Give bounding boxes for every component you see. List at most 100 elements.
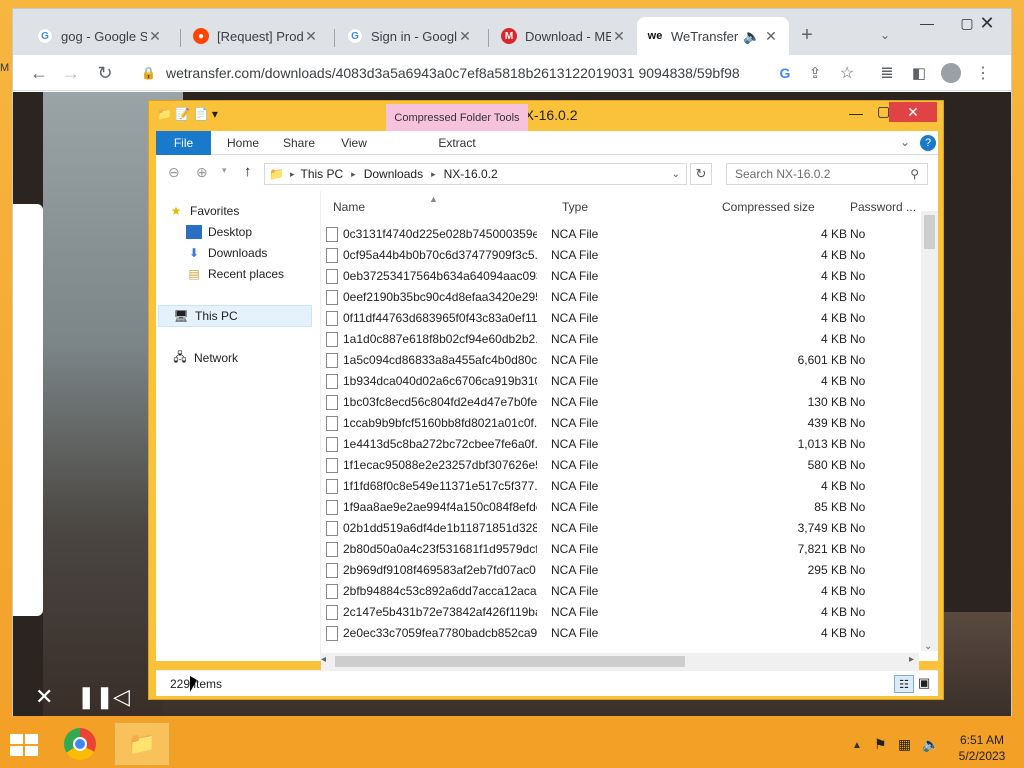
chrome-taskbar-icon[interactable] bbox=[64, 728, 96, 760]
browser-tab-1[interactable]: G gog - Google Se ✕ bbox=[27, 17, 173, 55]
file-row[interactable]: 0eb37253417564b634a64094aac093... NCA Fil… bbox=[321, 266, 921, 287]
file-row[interactable]: 2c147e5b431b72e73842af426f119ba... NCA Fi… bbox=[321, 602, 921, 623]
ribbon-tab-home[interactable]: Home bbox=[218, 131, 268, 155]
new-tab-button[interactable]: + bbox=[795, 23, 819, 47]
forward-icon[interactable]: → bbox=[59, 61, 83, 85]
explorer-minimize-button[interactable]: — bbox=[849, 105, 863, 121]
expand-ribbon-icon[interactable]: ⌄ bbox=[900, 135, 910, 149]
speaker-icon[interactable]: 🔈 bbox=[743, 28, 760, 45]
breadcrumb-item-thispc[interactable]: This PC bbox=[300, 167, 343, 181]
nav-favorites[interactable]: ★ Favorites bbox=[168, 201, 240, 221]
file-row[interactable]: 2bfb94884c53c892a6dd7acca12aca... NCA Fil… bbox=[321, 581, 921, 602]
network-tray-icon[interactable]: ▦ bbox=[898, 736, 911, 753]
explorer-back-icon[interactable]: ⊖ bbox=[168, 164, 180, 181]
file-explorer-taskbar-icon[interactable]: 📁 bbox=[114, 722, 170, 766]
bookmark-star-icon[interactable]: ☆ bbox=[835, 61, 859, 85]
minimize-window-button[interactable]: — bbox=[907, 9, 947, 37]
file-row[interactable]: 1b934dca040d02a6c6706ca919b310... NCA Fil… bbox=[321, 371, 921, 392]
close-tab-icon[interactable]: ✕ bbox=[611, 28, 627, 45]
clock[interactable]: 6:51 AM 5/2/2023 bbox=[950, 732, 1014, 764]
file-row[interactable]: 2b969df9108f469583af2eb7fd07ac0... NCA Fi… bbox=[321, 560, 921, 581]
scroll-down-icon[interactable]: ⌄ bbox=[924, 641, 932, 652]
reload-icon[interactable]: ↻ bbox=[93, 61, 117, 85]
close-tab-icon[interactable]: ✕ bbox=[457, 28, 473, 45]
profile-icon[interactable] bbox=[939, 61, 963, 85]
nav-label: Downloads bbox=[208, 246, 268, 260]
column-header-password[interactable]: Password ... bbox=[850, 197, 916, 217]
vertical-scroll-thumb[interactable] bbox=[924, 215, 935, 249]
recent-locations-icon[interactable]: ▾ bbox=[222, 165, 227, 176]
browser-tab-4[interactable]: M Download - ME ✕ bbox=[491, 17, 637, 55]
pause-icon[interactable]: ❚❚ bbox=[77, 684, 114, 710]
file-row[interactable]: 0eef2190b35bc90c4d8efaa3420e295... NCA Fi… bbox=[321, 287, 921, 308]
horizontal-scrollbar[interactable]: ◂ ▸ bbox=[321, 653, 919, 670]
ribbon-tab-view[interactable]: View bbox=[332, 131, 376, 155]
reading-list-icon[interactable]: ≣ bbox=[875, 61, 899, 85]
explorer-forward-icon[interactable]: ⊕ bbox=[196, 164, 208, 181]
nav-network[interactable]: 🖧 Network bbox=[172, 348, 238, 368]
address-dropdown-icon[interactable]: ⌄ bbox=[672, 169, 680, 180]
side-panel-icon[interactable]: ◧ bbox=[907, 61, 931, 85]
up-arrow-icon[interactable]: ↑ bbox=[244, 163, 252, 180]
nav-desktop[interactable]: Desktop bbox=[186, 222, 252, 242]
refresh-icon[interactable]: ↻ bbox=[690, 163, 712, 185]
nav-this-pc[interactable]: 🖥 This PC bbox=[158, 305, 312, 327]
volume-icon[interactable]: ◁ bbox=[113, 684, 130, 710]
ribbon-tab-extract[interactable]: Extract bbox=[386, 131, 528, 155]
close-tab-icon[interactable]: ✕ bbox=[147, 28, 163, 45]
file-row[interactable]: 0c3131f4740d225e028b745000359e... NCA Fil… bbox=[321, 224, 921, 245]
browser-tab-3[interactable]: G Sign in - Google ✕ bbox=[337, 17, 483, 55]
file-row[interactable]: 1a1d0c887e618f8b02cf94e60db2b2... NCA Fil… bbox=[321, 329, 921, 350]
close-tab-icon[interactable]: ✕ bbox=[303, 28, 319, 45]
file-row[interactable]: 02b1dd519a6df4de1b11871851d328... NCA Fil… bbox=[321, 518, 921, 539]
nav-recent-places[interactable]: ▤ Recent places bbox=[186, 264, 284, 284]
scroll-left-icon[interactable]: ◂ bbox=[321, 654, 326, 665]
clock-date: 5/2/2023 bbox=[958, 749, 1006, 763]
file-row[interactable]: 0cf95a44b4b0b70c6d37477909f3c5... NCA Fil… bbox=[321, 245, 921, 266]
google-translate-icon[interactable]: G bbox=[773, 61, 797, 85]
details-view-icon[interactable]: ☷ bbox=[894, 675, 914, 693]
search-input[interactable]: Search NX-16.0.2 ⚲ bbox=[726, 163, 928, 185]
large-icons-view-icon[interactable]: ▣ bbox=[918, 675, 930, 691]
close-video-icon[interactable]: ✕ bbox=[35, 684, 53, 710]
file-row[interactable]: 1f9aa8ae9e2ae994f4a150c084f8efde... NCA F… bbox=[321, 497, 921, 518]
breadcrumb-item-nx[interactable]: NX-16.0.2 bbox=[444, 167, 498, 181]
browser-tab-2[interactable]: ● [Request] Prod ✕ bbox=[183, 17, 329, 55]
ribbon-tab-file[interactable]: File bbox=[156, 131, 211, 155]
ribbon-tab-share[interactable]: Share bbox=[276, 131, 322, 155]
file-row[interactable]: 1f1ecac95088e2e23257dbf307626e5... NCA Fi… bbox=[321, 455, 921, 476]
help-icon[interactable]: ? bbox=[920, 135, 936, 151]
address-bar[interactable]: 🔒 wetransfer.com/downloads/4083d3a5a6943… bbox=[139, 59, 779, 87]
file-row[interactable]: 0f11df44763d683965f0f43c83a0ef11... NCA F… bbox=[321, 308, 921, 329]
google-icon: G bbox=[347, 28, 363, 44]
file-icon bbox=[326, 584, 338, 599]
show-hidden-icons[interactable]: ▲ bbox=[852, 740, 862, 751]
breadcrumb-item-downloads[interactable]: Downloads bbox=[364, 167, 423, 181]
vertical-scrollbar[interactable]: ⌄ bbox=[921, 211, 938, 652]
column-header-compressed-size[interactable]: Compressed size bbox=[722, 197, 815, 217]
explorer-close-button[interactable]: ✕ bbox=[889, 102, 937, 122]
scroll-right-icon[interactable]: ▸ bbox=[909, 654, 914, 665]
close-tab-icon[interactable]: ✕ bbox=[763, 28, 779, 45]
tab-search-icon[interactable]: ⌄ bbox=[873, 23, 897, 47]
action-center-flag-icon[interactable]: ⚑ bbox=[874, 736, 887, 753]
file-row[interactable]: 1e4413d5c8ba272bc72cbee7fe6a0f... NCA Fil… bbox=[321, 434, 921, 455]
column-header-name[interactable]: Name bbox=[333, 197, 365, 217]
file-row[interactable]: 1f1fd68f0c8e549e11371e517c5f377... NCA Fi… bbox=[321, 476, 921, 497]
share-icon[interactable]: ⇪ bbox=[803, 61, 827, 85]
file-row[interactable]: 1ccab9b9bfcf5160bb8fd8021a01c0f... NCA Fi… bbox=[321, 413, 921, 434]
file-row[interactable]: 2e0ec33c7059fea7780badcb852ca9... NCA Fil… bbox=[321, 623, 921, 644]
nav-downloads[interactable]: ⬇ Downloads bbox=[186, 243, 267, 263]
breadcrumb[interactable]: 📁 ▸ This PC ▸ Downloads ▸ NX-16.0.2 ⌄ bbox=[264, 163, 687, 185]
windows-start-icon[interactable] bbox=[10, 734, 38, 756]
browser-tab-5[interactable]: we WeTransfer 🔈 ✕ bbox=[637, 17, 789, 55]
file-row[interactable]: 1a5c094cd86833a8a455afc4b0d80c... NCA Fil… bbox=[321, 350, 921, 371]
column-header-type[interactable]: Type bbox=[562, 197, 588, 217]
menu-kebab-icon[interactable]: ⋮ bbox=[971, 61, 995, 85]
back-icon[interactable]: ← bbox=[27, 61, 51, 85]
volume-tray-icon[interactable]: 🔈 bbox=[922, 736, 939, 753]
file-row[interactable]: 2b80d50a0a4c23f531681f1d9579dcf... NCA Fi… bbox=[321, 539, 921, 560]
horizontal-scroll-thumb[interactable] bbox=[335, 656, 685, 667]
file-row[interactable]: 1bc03fc8ecd56c804fd2e4d47e7b0fe... NCA Fi… bbox=[321, 392, 921, 413]
close-window-button[interactable]: ✕ bbox=[967, 9, 1007, 37]
